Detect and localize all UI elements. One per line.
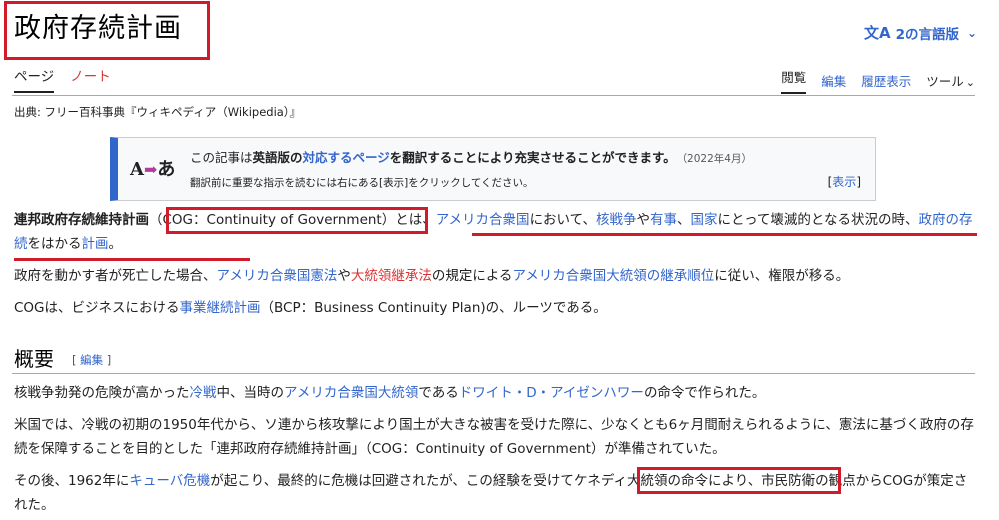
notice-text: この記事は (190, 150, 253, 165)
text: に従い、権限が移る。 (714, 268, 850, 284)
view-tabs: 閲覧 編集 履歴表示 ツール ⌄ (781, 67, 975, 94)
text: が起こり、最終的に危機は回避されたが、この経験を受けて (210, 473, 574, 489)
text: 、 (676, 212, 691, 228)
text: 。 (108, 236, 123, 252)
text: 政府を動かす者が死亡した場合、 (14, 268, 217, 284)
tab-read[interactable]: 閲覧 (781, 67, 807, 94)
tab-edit[interactable]: 編集 (821, 71, 846, 90)
link-business-continuity-plan[interactable]: 事業継続計画 (180, 300, 261, 316)
text: 核戦争勃発の危険が高かった (14, 385, 190, 401)
bracket: [ (72, 353, 81, 367)
translation-notice: A➡あ この記事は英語版の対応するページを翻訳することにより充実させることができ… (110, 137, 876, 201)
notice-text-bold: を翻訳することにより充実させることができます。 (389, 150, 676, 165)
section-edit: [ 編集 ] (72, 352, 111, 368)
chevron-down-icon: ⌄ (967, 25, 978, 40)
text: 中、当時の (216, 385, 285, 401)
link-nation[interactable]: 国家 (690, 212, 717, 228)
link-cuban-missile-crisis[interactable]: キューバ危機 (129, 473, 210, 489)
paragraph-history: 米国では、冷戦の初期の1950年代から、ソ連から核攻撃により国土が大きな被害を受… (14, 417, 974, 457)
text: COGは、ビジネスにおける (14, 300, 180, 316)
tab-talk[interactable]: ノート (70, 65, 111, 93)
link-eisenhower[interactable]: ドワイト・D・アイゼンハワー (459, 385, 644, 401)
highlight-box-kennedy-order (637, 467, 841, 494)
notice-text-bold: 英語版の (252, 150, 303, 165)
namespace-tabs: ページ ノート (14, 65, 111, 93)
text: の規定による (431, 268, 513, 284)
arrow-icon: ➡ (143, 160, 158, 179)
link-plan[interactable]: 計画 (82, 236, 109, 252)
notice-show-toggle: [表示] (828, 173, 861, 190)
link-us-president[interactable]: アメリカ合衆国大統領 (284, 385, 418, 401)
logo-letter-a: A (130, 159, 144, 180)
section-heading: 概要 (14, 347, 54, 371)
language-button[interactable]: 文A 2の言語版 ⌄ (864, 22, 977, 43)
bracket: ] (103, 353, 112, 367)
highlight-box-abbreviation (166, 207, 428, 234)
link-nuclear-war[interactable]: 核戦争 (596, 212, 637, 228)
highlight-underline (472, 233, 977, 236)
link-cold-war[interactable]: 冷戦 (190, 385, 217, 401)
link-us-constitution[interactable]: アメリカ合衆国憲法 (217, 268, 338, 284)
translation-logo-icon: A➡あ (130, 155, 175, 181)
chevron-down-icon: ⌄ (965, 76, 975, 89)
text: において、 (529, 212, 596, 228)
notice-link-corresponding-page[interactable]: 対応するページ (303, 150, 390, 165)
paragraph-origin: 核戦争勃発の危険が高かった冷戦中、当時のアメリカ合衆国大統領であるドワイト・D・… (14, 381, 979, 405)
redlink-succession-act[interactable]: 大統領継承法 (351, 268, 432, 284)
tab-page[interactable]: ページ (14, 65, 55, 93)
text: や (337, 268, 351, 284)
bracket: ] (856, 175, 861, 189)
paragraph-succession: 政府を動かす者が死亡した場合、アメリカ合衆国憲法や大統領継承法の規定によるアメリ… (14, 264, 979, 288)
text: をはかる (27, 236, 82, 252)
lead-paragraph: 連邦政府存続維持計画（COG：Continuity of Government）… (14, 208, 979, 256)
show-button[interactable]: 表示 (832, 175, 856, 189)
tools-menu-label: ツール (926, 74, 964, 89)
term-bold: 連邦政府存続維持計画 (14, 212, 149, 228)
notice-date: （2022年4月） (681, 153, 752, 165)
link-emergency[interactable]: 有事 (650, 212, 677, 228)
text: の命令で作られた。 (643, 385, 766, 401)
text: や (636, 212, 650, 228)
text: にとって壊滅的となる状況の時、 (717, 212, 919, 228)
text: である (418, 385, 459, 401)
notice-message: この記事は英語版の対応するページを翻訳することにより充実させることができます。 （… (190, 147, 752, 166)
tab-history[interactable]: 履歴表示 (861, 71, 911, 90)
link-united-states[interactable]: アメリカ合衆国 (436, 212, 530, 228)
highlight-box-title (4, 1, 210, 60)
site-subtitle: 出典: フリー百科事典『ウィキペディア（Wikipedia）』 (14, 105, 302, 119)
text: その後、1962年に (14, 473, 130, 489)
translate-icon: 文A (864, 24, 891, 42)
section-divider (12, 373, 975, 374)
link-presidential-succession[interactable]: アメリカ合衆国大統領の継承順位 (512, 268, 714, 284)
highlight-underline (14, 258, 250, 261)
tools-menu[interactable]: ツール ⌄ (926, 71, 975, 90)
language-button-label: 2の言語版 (895, 26, 960, 43)
notice-subtext: 翻訳前に重要な指示を読むには右にある[表示]をクリックしてください。 (190, 177, 534, 189)
text: （BCP：Business Continuity Plan)の、ルーツである。 (260, 300, 607, 316)
section-edit-link[interactable]: 編集 (80, 353, 103, 367)
paragraph-bcp: COGは、ビジネスにおける事業継続計画（BCP：Business Continu… (14, 296, 979, 320)
header-divider (12, 95, 975, 96)
logo-letter-ja: あ (157, 159, 176, 180)
